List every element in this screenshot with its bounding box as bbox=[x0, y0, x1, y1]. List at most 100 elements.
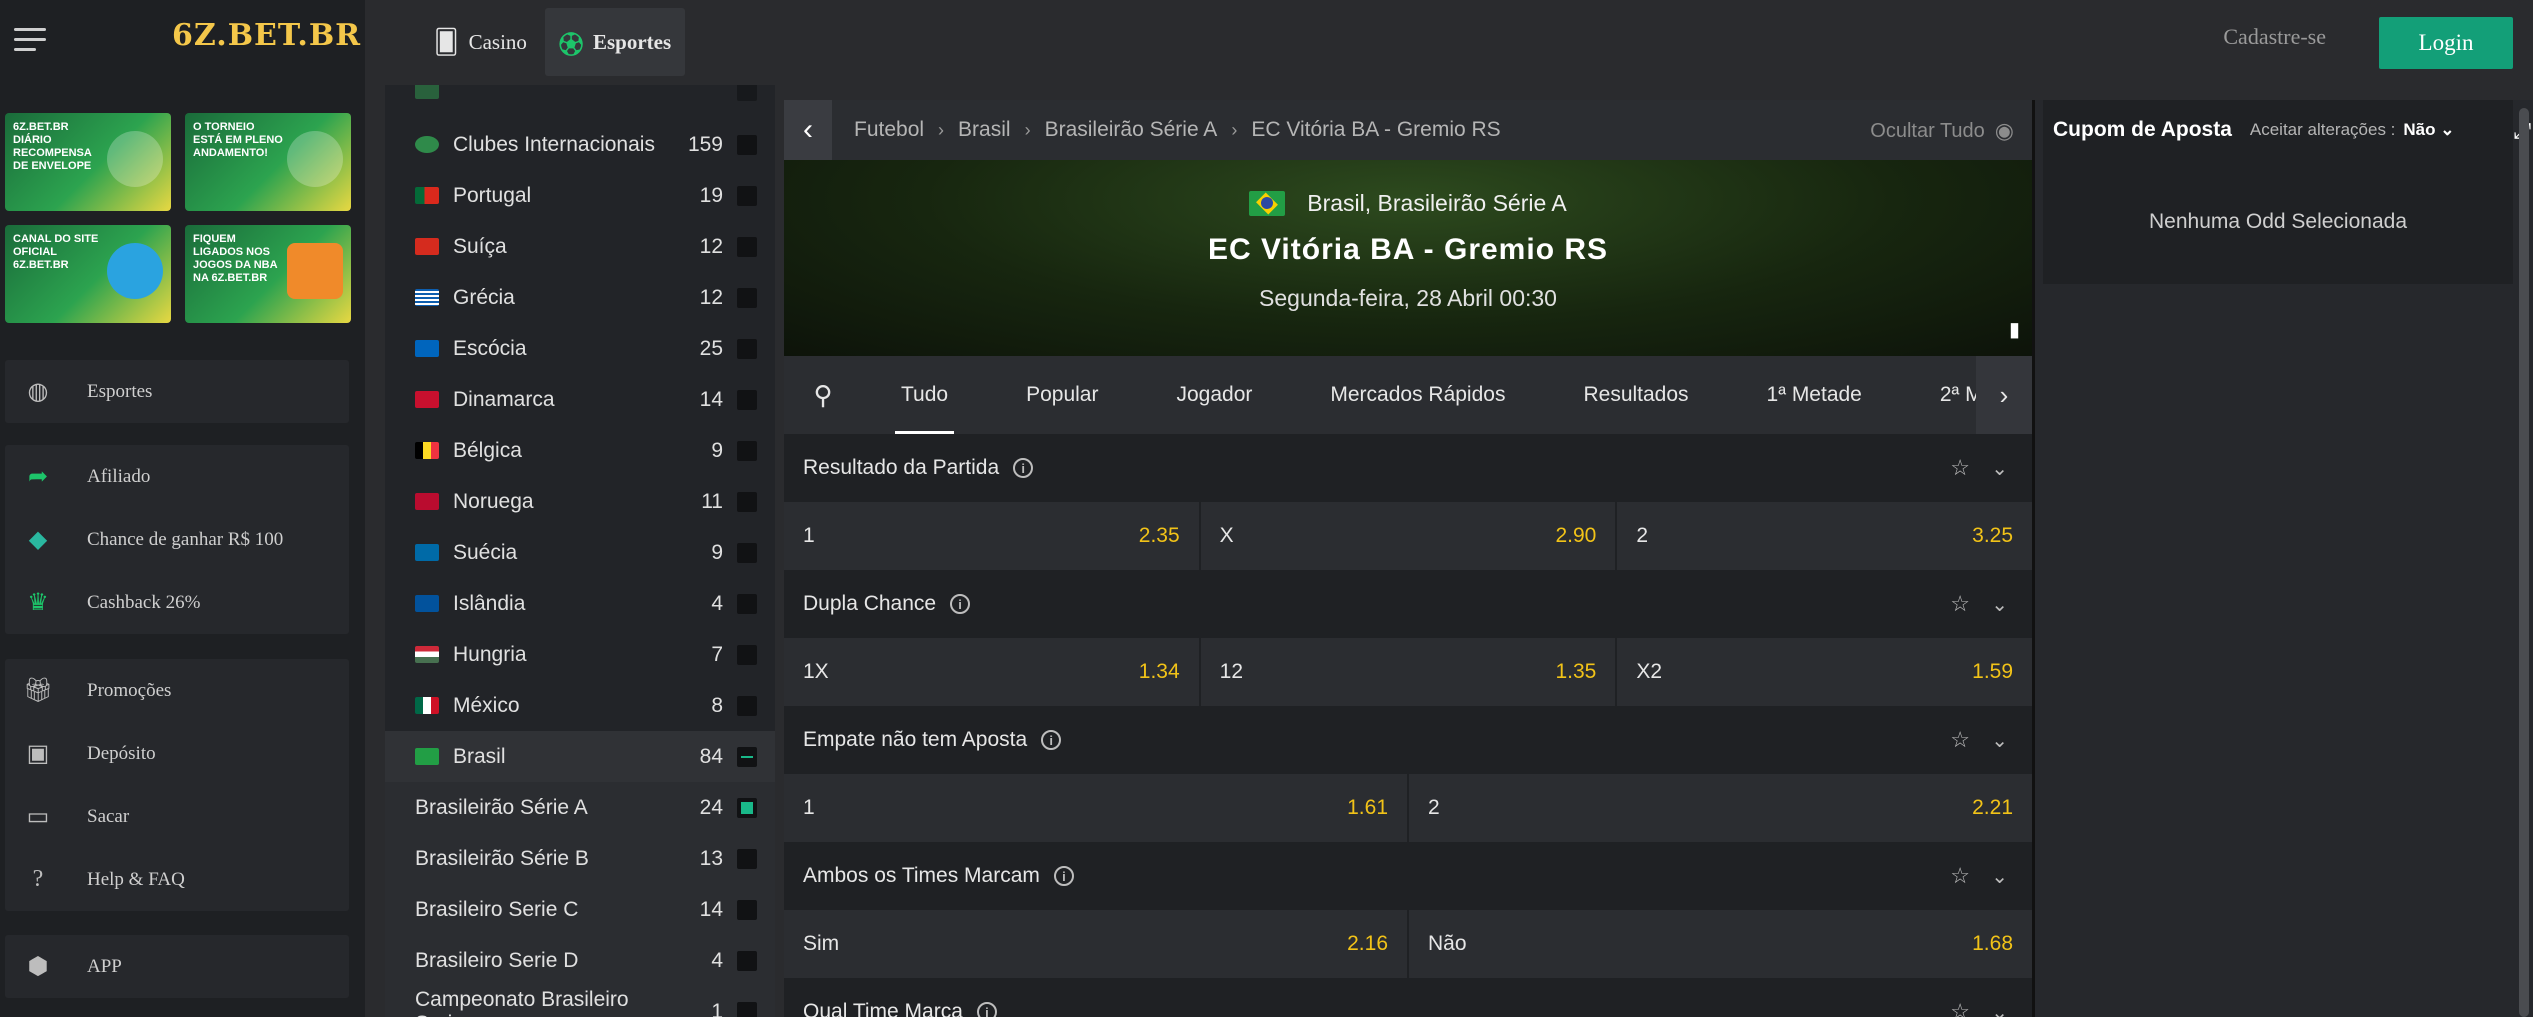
country-checkbox[interactable] bbox=[737, 644, 757, 665]
banner-nba[interactable]: FIQUEM LIGADOS NOS JOGOS DA NBA NA 6Z.BE… bbox=[185, 225, 351, 323]
country-row[interactable]: México 8 bbox=[385, 680, 775, 731]
country-row[interactable]: Clubes Internacionais 159 bbox=[385, 119, 775, 170]
country-checkbox[interactable] bbox=[737, 695, 757, 716]
chevron-down-icon[interactable]: ⌄ bbox=[1991, 1000, 2008, 1017]
banner-envelope[interactable]: 6Z.BET.BR DIÁRIO RECOMPENSA DE ENVELOPE bbox=[5, 113, 171, 211]
country-row[interactable]: Dinamarca 14 bbox=[385, 374, 775, 425]
country-checkbox[interactable] bbox=[737, 440, 757, 461]
banner-telegram[interactable]: CANAL DO SITE OFICIAL 6Z.BET.BR bbox=[5, 225, 171, 323]
odd-button[interactable]: 1 2.35 bbox=[784, 502, 1201, 570]
stats-chart-icon[interactable]: ▮ bbox=[2009, 317, 2020, 342]
tab-player[interactable]: Jogador bbox=[1137, 356, 1291, 434]
nav-deposit[interactable]: ▣ Depósito bbox=[5, 722, 349, 785]
country-row[interactable]: Suécia 9 bbox=[385, 527, 775, 578]
chevron-down-icon[interactable]: ⌄ bbox=[1991, 456, 2008, 481]
country-checkbox[interactable] bbox=[737, 389, 757, 410]
odd-button[interactable]: Sim 2.16 bbox=[784, 910, 1409, 978]
league-row[interactable]: Brasileirão Série B 13 bbox=[385, 833, 775, 884]
odd-button[interactable]: 1X 1.34 bbox=[784, 638, 1201, 706]
tab-results[interactable]: Resultados bbox=[1544, 356, 1727, 434]
league-checkbox[interactable] bbox=[737, 1001, 757, 1017]
country-checkbox[interactable] bbox=[737, 746, 757, 767]
hide-all-toggle[interactable]: Ocultar Tudo ◉ bbox=[1870, 118, 2014, 144]
nav-withdraw[interactable]: ▭ Sacar bbox=[5, 785, 349, 848]
league-row[interactable]: Brasileirão Série A 24 bbox=[385, 782, 775, 833]
country-checkbox[interactable] bbox=[737, 236, 757, 257]
info-icon[interactable]: i bbox=[1013, 458, 1034, 478]
chevron-down-icon[interactable]: ⌄ bbox=[1991, 592, 2008, 617]
odd-button[interactable]: Não 1.68 bbox=[1409, 910, 2032, 978]
breadcrumb-item[interactable]: Futebol bbox=[854, 118, 924, 142]
nav-chance[interactable]: ◆ Chance de ganhar R$ 100 bbox=[5, 508, 349, 571]
chevron-right-icon[interactable]: › bbox=[1976, 356, 2032, 434]
country-row[interactable]: Grécia 12 bbox=[385, 272, 775, 323]
market-header[interactable]: Qual Time Marca i ☆ ⌄ bbox=[784, 978, 2032, 1017]
scrollbar[interactable] bbox=[2519, 108, 2529, 1017]
nav-promotions[interactable]: 🎁︎ Promoções bbox=[5, 659, 349, 722]
league-checkbox[interactable] bbox=[737, 899, 757, 920]
star-icon[interactable]: ☆ bbox=[1950, 727, 1970, 753]
country-row[interactable]: Noruega 11 bbox=[385, 476, 775, 527]
odd-button[interactable]: 12 1.35 bbox=[1201, 638, 1618, 706]
country-checkbox[interactable] bbox=[737, 287, 757, 308]
menu-icon[interactable] bbox=[14, 28, 46, 56]
nav-help[interactable]: ? Help & FAQ bbox=[5, 848, 349, 911]
country-checkbox[interactable] bbox=[737, 542, 757, 563]
country-row[interactable]: Bélgica 9 bbox=[385, 425, 775, 476]
tab-quick-markets[interactable]: Mercados Rápidos bbox=[1291, 356, 1544, 434]
country-checkbox[interactable] bbox=[737, 491, 757, 512]
country-row[interactable]: Islândia 4 bbox=[385, 578, 775, 629]
odd-button[interactable]: X 2.90 bbox=[1201, 502, 1618, 570]
sports-button[interactable]: ⚽︎ Esportes bbox=[545, 8, 686, 76]
odd-button[interactable]: 2 3.25 bbox=[1617, 502, 2032, 570]
country-checkbox[interactable] bbox=[737, 338, 757, 359]
site-logo[interactable]: 6Z.BET.BR bbox=[172, 18, 361, 53]
nav-affiliate[interactable]: ➦ Afiliado bbox=[5, 445, 349, 508]
star-icon[interactable]: ☆ bbox=[1950, 591, 1970, 617]
league-checkbox[interactable] bbox=[737, 848, 757, 869]
nav-app[interactable]: ⬢ APP bbox=[5, 935, 349, 998]
breadcrumb-item[interactable]: Brasileirão Série A bbox=[1045, 118, 1218, 142]
league-row[interactable]: Campeonato Brasileiro Serie ... 1 bbox=[385, 986, 775, 1017]
odd-button[interactable]: 1 1.61 bbox=[784, 774, 1409, 842]
tab-first-half[interactable]: 1ª Metade bbox=[1728, 356, 1901, 434]
country-row-partial[interactable] bbox=[385, 85, 775, 116]
banner-tournament[interactable]: O TORNEIO ESTÁ EM PLENO ANDAMENTO! bbox=[185, 113, 351, 211]
info-icon[interactable]: i bbox=[1041, 730, 1062, 750]
league-row[interactable]: Brasileiro Serie D 4 bbox=[385, 935, 775, 986]
market-header[interactable]: Ambos os Times Marcam i ☆ ⌄ bbox=[784, 842, 2032, 910]
market-header[interactable]: Dupla Chance i ☆ ⌄ bbox=[784, 570, 2032, 638]
casino-button[interactable]: 🂠 Casino bbox=[420, 8, 541, 76]
login-button[interactable]: Login bbox=[2379, 17, 2513, 69]
country-row[interactable]: Portugal 19 bbox=[385, 170, 775, 221]
league-checkbox[interactable] bbox=[737, 950, 757, 971]
back-arrow-icon[interactable]: ‹ bbox=[784, 100, 832, 160]
country-row-brasil[interactable]: Brasil 84 bbox=[385, 731, 775, 782]
country-checkbox[interactable] bbox=[737, 593, 757, 614]
country-row[interactable]: Escócia 25 bbox=[385, 323, 775, 374]
nav-sports[interactable]: ◍ Esportes bbox=[5, 360, 349, 423]
odd-button[interactable]: 2 2.21 bbox=[1409, 774, 2032, 842]
odd-button[interactable]: X2 1.59 bbox=[1617, 638, 2032, 706]
league-checkbox[interactable] bbox=[737, 797, 757, 818]
chevron-down-icon[interactable]: ⌄ bbox=[1991, 728, 2008, 753]
breadcrumb-item[interactable]: Brasil bbox=[958, 118, 1011, 142]
market-header[interactable]: Empate não tem Aposta i ☆ ⌄ bbox=[784, 706, 2032, 774]
star-icon[interactable]: ☆ bbox=[1950, 455, 1970, 481]
country-row[interactable]: Hungria 7 bbox=[385, 629, 775, 680]
league-row[interactable]: Brasileiro Serie C 14 bbox=[385, 884, 775, 935]
search-icon[interactable]: ⚲ bbox=[784, 380, 862, 411]
chevron-down-icon[interactable]: ⌄ bbox=[1991, 864, 2008, 889]
star-icon[interactable]: ☆ bbox=[1950, 999, 1970, 1017]
tab-all[interactable]: Tudo bbox=[862, 356, 987, 434]
country-row[interactable]: Suíça 12 bbox=[385, 221, 775, 272]
info-icon[interactable]: i bbox=[976, 1002, 997, 1017]
market-header[interactable]: Resultado da Partida i ☆ ⌄ bbox=[784, 434, 2032, 502]
country-checkbox[interactable] bbox=[737, 185, 757, 206]
star-icon[interactable]: ☆ bbox=[1950, 863, 1970, 889]
country-checkbox[interactable] bbox=[737, 134, 757, 155]
info-icon[interactable]: i bbox=[1053, 866, 1074, 886]
signup-link[interactable]: Cadastre-se bbox=[2223, 24, 2326, 50]
accept-changes-select[interactable]: Não ⌄ bbox=[2403, 120, 2454, 140]
tab-popular[interactable]: Popular bbox=[987, 356, 1137, 434]
